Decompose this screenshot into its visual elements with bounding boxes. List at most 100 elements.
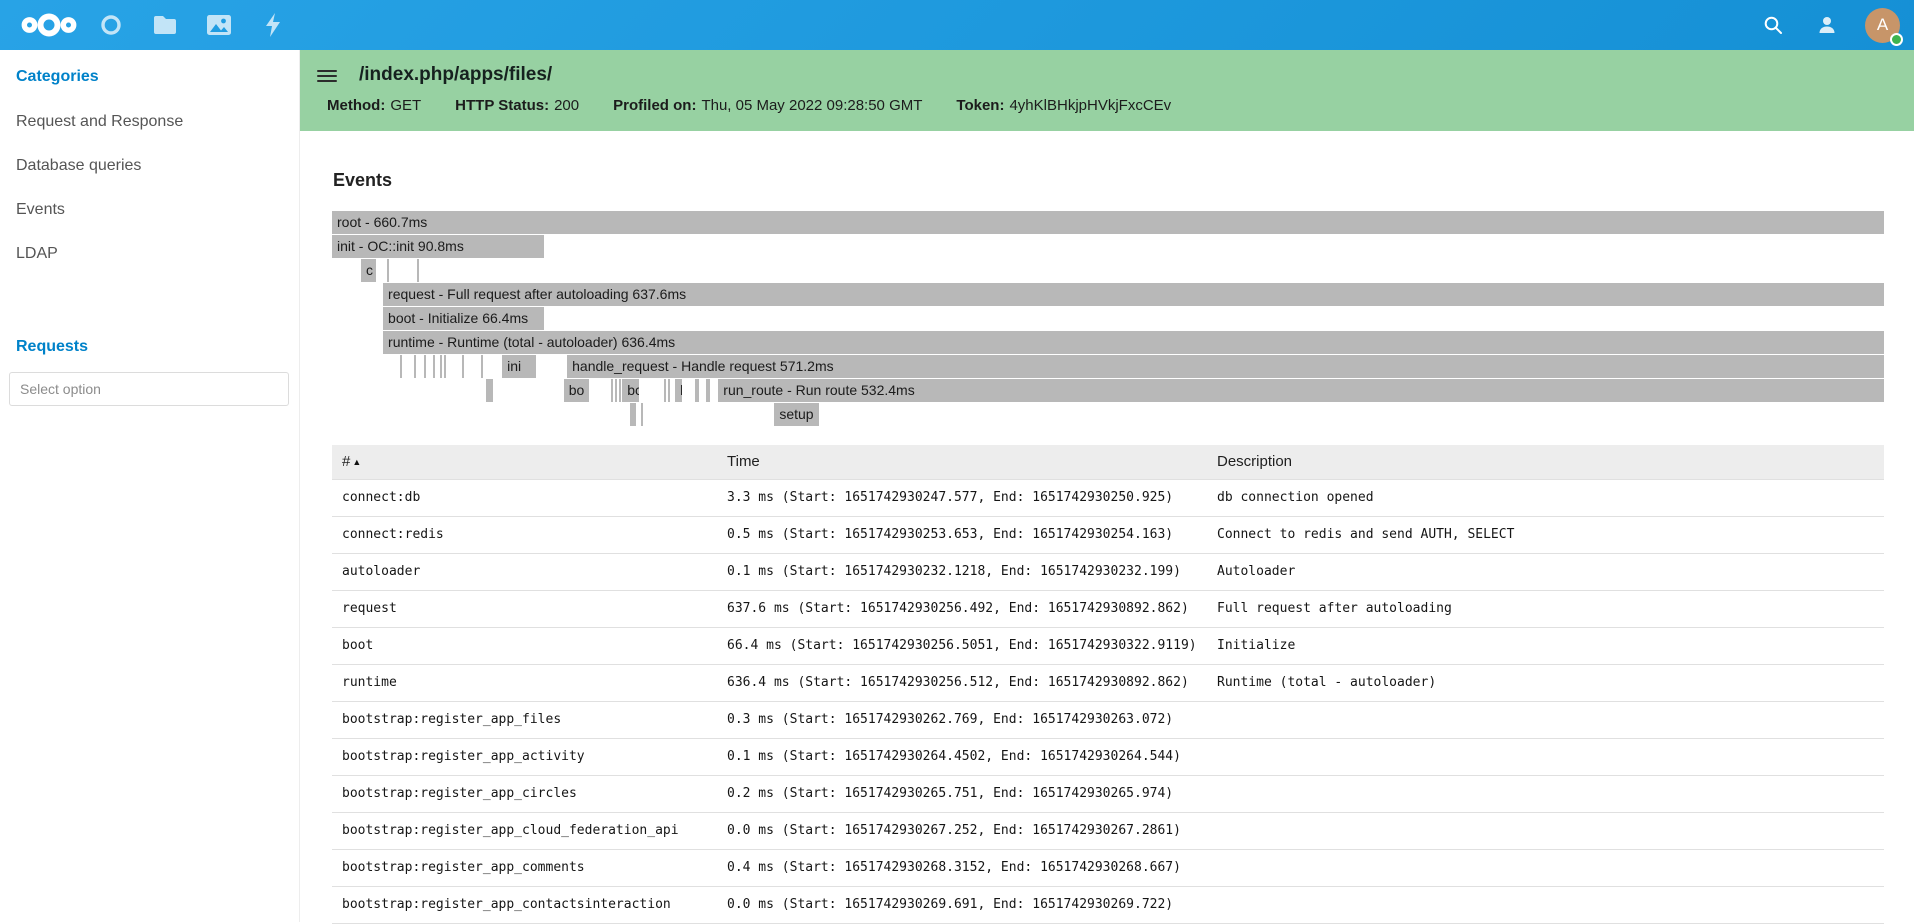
table-row: runtime636.4 ms (Start: 1651742930256.51… [332,664,1884,701]
waterfall-bar: root - 660.7ms [332,211,1884,234]
event-description-cell: Connect to redis and send AUTH, SELECT [1207,516,1884,553]
waterfall-bar: bc [622,379,639,402]
requests-heading: Requests [0,322,299,356]
request-select[interactable]: Select option [9,372,289,406]
waterfall-bar: runtime - Runtime (total - autoloader) 6… [383,331,1884,354]
table-row: bootstrap:register_app_files0.3 ms (Star… [332,701,1884,738]
request-meta: Method:GET HTTP Status:200 Profiled on:T… [327,97,1898,114]
event-description-cell [1207,886,1884,923]
page-title: /index.php/apps/files/ [359,64,552,86]
event-time-cell: 637.6 ms (Start: 1651742930256.492, End:… [717,590,1207,627]
waterfall-bar-label: init - OC::init 90.8ms [337,238,464,254]
waterfall-bar: ini [502,355,536,378]
event-name-cell: autoloader [332,553,717,590]
event-description-cell: Initialize [1207,627,1884,664]
column-header-index[interactable]: #▲ [332,445,717,479]
event-time-cell: 0.1 ms (Start: 1651742930264.4502, End: … [717,738,1207,775]
waterfall-row: bobcbllrun_route - Run route 532.4ms [332,379,1884,403]
contacts-button[interactable] [1807,0,1847,50]
event-name-cell: bootstrap:register_app_activity [332,738,717,775]
events-table: #▲TimeDescription connect:db3.3 ms (Star… [332,445,1884,924]
events-heading: Events [333,170,1884,191]
waterfall-tick [433,355,435,378]
event-name-cell: bootstrap:register_app_comments [332,849,717,886]
event-time-cell: 636.4 ms (Start: 1651742930256.512, End:… [717,664,1207,701]
event-name-cell: bootstrap:register_app_contactsinteracti… [332,886,717,923]
waterfall-row: root - 660.7ms [332,211,1884,235]
table-row: bootstrap:register_app_cloud_federation_… [332,812,1884,849]
table-row: connect:redis0.5 ms (Start: 165174293025… [332,516,1884,553]
event-time-cell: 66.4 ms (Start: 1651742930256.5051, End:… [717,627,1207,664]
sort-ascending-icon: ▲ [352,457,361,467]
table-row: bootstrap:register_app_comments0.4 ms (S… [332,849,1884,886]
categories-heading: Categories [0,52,299,86]
avatar[interactable]: A [1865,8,1900,43]
meta-http-status: HTTP Status:200 [455,97,579,114]
lightning-bolt-icon [263,12,283,38]
waterfall-bar: handle_request - Handle request 571.2ms [567,355,1884,378]
waterfall-bar-label: l [635,406,636,422]
waterfall-tick [387,259,389,282]
app-photos[interactable] [192,0,246,50]
waterfall: root - 660.7msinit - OC::init 90.8mscreq… [332,211,1884,427]
app-files[interactable] [138,0,192,50]
table-row: boot66.4 ms (Start: 1651742930256.5051, … [332,627,1884,664]
event-name-cell: connect:db [332,479,717,516]
event-description-cell: Runtime (total - autoloader) [1207,664,1884,701]
waterfall-tick [619,379,621,402]
ring-icon [99,13,123,37]
event-time-cell: 0.2 ms (Start: 1651742930265.751, End: 1… [717,775,1207,812]
event-description-cell [1207,738,1884,775]
waterfall-bar-label: run_route - Run route 532.4ms [723,382,914,398]
waterfall-bar-label: b [680,382,682,398]
main-panel: /index.php/apps/files/ Method:GET HTTP S… [300,50,1914,922]
nextcloud-logo-icon [20,10,78,40]
events-content: Events root - 660.7msinit - OC::init 90.… [300,170,1914,924]
table-body: connect:db3.3 ms (Start: 1651742930247.5… [332,479,1884,923]
waterfall-bar-label: c [366,262,373,278]
sidebar-item-request-and-response[interactable]: Request and Response [0,100,299,144]
event-description-cell [1207,775,1884,812]
waterfall-tick [611,379,613,402]
waterfall-bar: setup [774,403,819,426]
waterfall-bar-label: runtime - Runtime (total - autoloader) 6… [388,334,675,350]
meta-profiled-on: Profiled on:Thu, 05 May 2022 09:28:50 GM… [613,97,922,114]
event-description-cell: Autoloader [1207,553,1884,590]
waterfall-bar-label: ini [507,358,521,374]
nextcloud-logo[interactable] [14,0,84,50]
event-description-cell [1207,849,1884,886]
topbar-actions: A [1753,0,1900,50]
waterfall-bar: l [630,403,636,426]
event-time-cell: 0.3 ms (Start: 1651742930262.769, End: 1… [717,701,1207,738]
app-activity[interactable] [246,0,300,50]
search-button[interactable] [1753,0,1793,50]
folder-icon [152,14,178,36]
categories-list: Request and Response Database queries Ev… [0,100,299,276]
request-summary-header: /index.php/apps/files/ Method:GET HTTP S… [300,50,1914,131]
table-row: bootstrap:register_app_circles0.2 ms (St… [332,775,1884,812]
table-row: request637.6 ms (Start: 1651742930256.49… [332,590,1884,627]
event-name-cell: request [332,590,717,627]
menu-toggle-button[interactable] [317,67,337,85]
sidebar-item-events[interactable]: Events [0,188,299,232]
waterfall-row: runtime - Runtime (total - autoloader) 6… [332,331,1884,355]
waterfall-row: ini handle_request - Handle request 571.2… [332,355,1884,379]
event-time-cell: 0.1 ms (Start: 1651742930232.1218, End: … [717,553,1207,590]
column-header-time[interactable]: Time [717,445,1207,479]
avatar-letter: A [1877,15,1888,35]
sidebar-item-database-queries[interactable]: Database queries [0,144,299,188]
event-time-cell: 0.0 ms (Start: 1651742930269.691, End: 1… [717,886,1207,923]
waterfall-bar: request - Full request after autoloading… [383,283,1884,306]
event-description-cell: db connection opened [1207,479,1884,516]
app-dashboard[interactable] [84,0,138,50]
column-header-description[interactable]: Description [1207,445,1884,479]
waterfall-tick [440,355,442,378]
waterfall-bar: c [361,259,376,282]
sidebar-item-ldap[interactable]: LDAP [0,232,299,276]
waterfall-row: boot - Initialize 66.4ms [332,307,1884,331]
waterfall-row: l setup [332,403,1884,427]
waterfall-bar-label: root - 660.7ms [337,214,427,230]
waterfall-bar-label: bo [569,382,585,398]
event-time-cell: 0.0 ms (Start: 1651742930267.252, End: 1… [717,812,1207,849]
waterfall-bar: l [695,379,699,402]
